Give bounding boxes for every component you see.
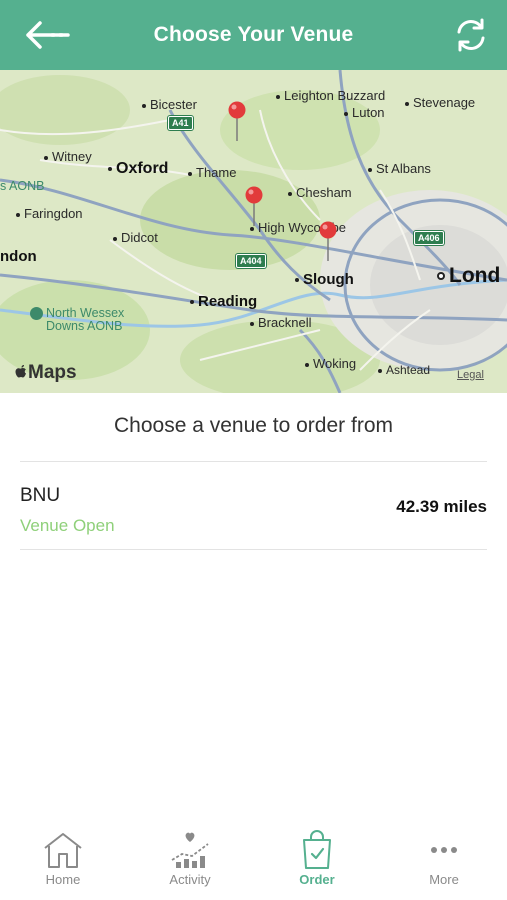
shopping-bag-icon [303, 830, 331, 869]
back-button[interactable] [22, 18, 72, 52]
venue-pin-icon[interactable] [227, 101, 247, 141]
map-label-slough: Slough [295, 271, 354, 288]
tab-label: Activity [169, 872, 211, 887]
map-label-ashtead: Ashtead [378, 363, 430, 377]
map-label-bracknell: Bracknell [250, 315, 311, 330]
venue-list-item[interactable]: BNU Venue Open 42.39 miles [0, 464, 507, 550]
map-label-leighton-buzzard: Leighton Buzzard [276, 88, 385, 103]
map-label-thame: Thame [188, 165, 236, 180]
road-shield-a41: A41 [168, 116, 193, 130]
map-label-luton: Luton [344, 105, 385, 120]
map-label-stevenage: Stevenage [405, 95, 475, 110]
maps-attribution: Maps [14, 362, 77, 384]
map-label-oxford: Oxford [108, 160, 168, 178]
map-label-north-wessex: North Wessex Downs AONB [30, 307, 124, 333]
venue-distance: 42.39 miles [396, 497, 487, 516]
venue-pin-icon[interactable] [244, 186, 264, 226]
venue-prompt: Choose a venue to order from [114, 414, 393, 437]
map-label-chesham: Chesham [288, 185, 352, 200]
road-shield-a406: A406 [414, 231, 444, 245]
map-label-bicester: Bicester [142, 97, 197, 112]
venue-pin-icon[interactable] [318, 221, 338, 261]
map-legal-link[interactable]: Legal [457, 369, 484, 381]
tab-order[interactable]: Order [272, 830, 362, 892]
venue-map[interactable]: Bicester Leighton Buzzard Stevenage Luto… [0, 70, 507, 393]
tab-label: Order [299, 872, 335, 887]
map-label-aonb: s AONB [0, 179, 45, 193]
map-label-st-albans: St Albans [368, 161, 431, 176]
map-label-didcot: Didcot [113, 230, 158, 245]
divider [20, 549, 487, 550]
tab-more[interactable]: More [399, 830, 489, 892]
app-header: Choose Your Venue [0, 0, 507, 70]
venue-name: BNU [20, 485, 61, 506]
tab-label: More [429, 872, 459, 887]
refresh-icon [457, 18, 485, 52]
road-shield-a404: A404 [236, 254, 266, 268]
map-label-faringdon: Faringdon [16, 206, 83, 221]
tab-home[interactable]: Home [18, 830, 108, 892]
venue-status: Venue Open [20, 516, 115, 535]
page-title: Choose Your Venue [153, 23, 354, 46]
tab-label: Home [45, 872, 81, 887]
refresh-button[interactable] [453, 17, 489, 53]
arrow-left-icon [26, 21, 70, 49]
tab-bar: Home Activity Order More [0, 820, 507, 900]
activity-icon [171, 832, 209, 868]
home-icon [44, 833, 82, 868]
more-icon [431, 847, 457, 853]
map-label-reading: Reading [190, 293, 257, 310]
apple-logo-icon [15, 364, 26, 378]
map-label-witney: Witney [44, 149, 92, 164]
map-label-london: Lond [437, 264, 500, 288]
divider [20, 461, 487, 462]
tab-activity[interactable]: Activity [145, 830, 235, 892]
map-label-woking: Woking [305, 356, 356, 371]
map-label-london-left: ndon [0, 248, 37, 265]
